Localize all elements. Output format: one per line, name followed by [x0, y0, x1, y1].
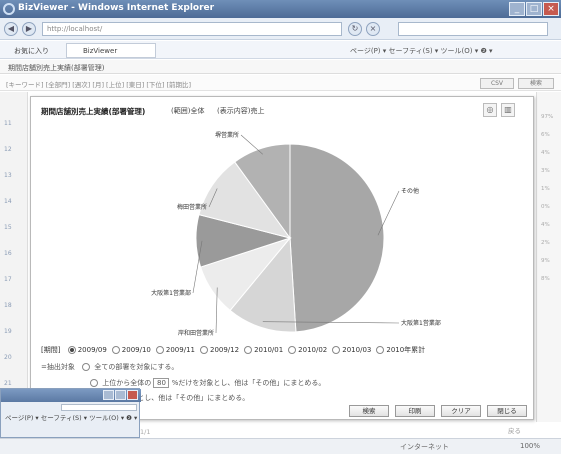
command-bar[interactable]: ページ(P) ▾ セーフティ(S) ▾ ツール(O) ▾ ❷ ▾: [350, 46, 493, 56]
option-all-label: 全ての部署を対象にする。: [94, 363, 179, 371]
ie-logo-icon: [3, 3, 15, 15]
search-button[interactable]: 検索: [349, 405, 389, 417]
minimize-button[interactable]: _: [509, 2, 525, 16]
second-search-input[interactable]: [61, 404, 137, 411]
background-row-list: 111213141516171819202122: [0, 92, 28, 422]
background-row-number[interactable]: 21: [4, 380, 12, 387]
period-radio[interactable]: [332, 346, 341, 354]
period-radio[interactable]: [155, 346, 164, 354]
favorites-bar: お気に入り BizViewer ページ(P) ▾ セーフティ(S) ▾ ツール(…: [0, 41, 561, 59]
background-value-list: 97% 6% 4% 3% 1% 0% 4% 2% 9% 8%: [536, 92, 561, 422]
address-input[interactable]: http://localhost/: [42, 22, 342, 36]
window-titlebar: BizViewer - Windows Internet Explorer: [0, 0, 561, 18]
period-option-label: 2009/10: [121, 346, 151, 354]
period-option-label: 2010/02: [298, 346, 328, 354]
period-option-label: 2010/01: [254, 346, 284, 354]
pie-slice-label: その他: [401, 187, 419, 195]
background-value: 4%: [541, 150, 550, 156]
search-button-top[interactable]: 検索: [518, 78, 554, 89]
background-value: 97%: [541, 114, 554, 120]
maximize-button[interactable]: □: [526, 2, 542, 16]
background-row-number[interactable]: 11: [4, 120, 12, 127]
background-row-number[interactable]: 18: [4, 302, 12, 309]
second-command-bar[interactable]: ページ(P) ▾ セーフティ(S) ▾ ツール(O) ▾ ❷ ▾: [5, 412, 137, 422]
forward-icon[interactable]: ▶: [22, 22, 36, 36]
pie-slice: [289, 143, 385, 333]
filter-bar[interactable]: [キーワード] [全部門] [週次] [月] [上位] [東日] [下位] [前…: [0, 75, 561, 91]
background-value: 3%: [541, 168, 550, 174]
option-top-prefix: 上位から全体の: [102, 379, 152, 387]
background-row-number[interactable]: 20: [4, 354, 12, 361]
background-value: 6%: [541, 132, 550, 138]
background-value: 9%: [541, 258, 550, 264]
background-row-number[interactable]: 12: [4, 146, 12, 153]
tab-bizviewer[interactable]: BizViewer: [66, 43, 156, 58]
background-row-number[interactable]: 15: [4, 224, 12, 231]
background-value: 2%: [541, 240, 550, 246]
page-number: 1/1: [140, 428, 151, 436]
search-input[interactable]: [398, 22, 548, 36]
period-radio[interactable]: [376, 346, 385, 354]
second-close-button[interactable]: [127, 390, 138, 400]
option-top-suffix: %だけを対象とし、他は「その他」にまとめる。: [171, 379, 326, 387]
app-header: 期間店舗別売上実績(部署管理): [0, 60, 561, 74]
pie-slice-label: 堺営業所: [215, 131, 239, 139]
background-row-number[interactable]: 16: [4, 250, 12, 257]
pie-slice-label: 梅田営業所: [177, 203, 207, 211]
period-radio[interactable]: [67, 346, 76, 354]
background-value: 8%: [541, 276, 550, 282]
option-top-row: 上位から全体の 80 %だけを対象とし、他は「その他」にまとめる。: [85, 378, 325, 388]
period-label: [期間]: [41, 346, 61, 354]
period-radio[interactable]: [199, 346, 208, 354]
stop-icon[interactable]: ×: [366, 22, 380, 36]
period-option-label: 2010/03: [342, 346, 372, 354]
option-top-value[interactable]: 80: [153, 378, 170, 388]
second-maximize-button[interactable]: [115, 390, 126, 400]
background-value: 0%: [541, 204, 550, 210]
period-selector: [期間] 2009/09 2009/10 2009/11 2009/12 2010/01…: [41, 345, 425, 355]
option-all-prefix: =抽出対象: [41, 363, 75, 371]
period-radio[interactable]: [111, 346, 120, 354]
csv-button[interactable]: CSV: [480, 78, 514, 89]
second-window: ページ(P) ▾ セーフティ(S) ▾ ツール(O) ▾ ❷ ▾: [0, 388, 141, 438]
background-row-number[interactable]: 19: [4, 328, 12, 335]
background-value: 1%: [541, 186, 550, 192]
window-title: BizViewer - Windows Internet Explorer: [18, 3, 215, 13]
print-button[interactable]: 印刷: [395, 405, 435, 417]
background-row-number[interactable]: 14: [4, 198, 12, 205]
second-minimize-button[interactable]: [103, 390, 114, 400]
chart-dialog: 期間店舗別売上実績(部署管理) (範囲)全体 (表示内容)売上 ◎ ▥ その他大…: [30, 96, 534, 420]
background-value: 4%: [541, 222, 550, 228]
background-row-number[interactable]: 17: [4, 276, 12, 283]
return-button[interactable]: 戻る: [508, 425, 521, 435]
period-option-label: 2009/12: [209, 346, 240, 354]
zoom-level[interactable]: 100%: [520, 442, 540, 450]
refresh-icon[interactable]: ↻: [348, 22, 362, 36]
option-all-radio[interactable]: [82, 363, 91, 371]
pie-slice-label: 大阪第1営業部: [401, 319, 441, 327]
option-top-radio[interactable]: [90, 379, 98, 387]
option-all-row: =抽出対象 全ての部署を対象にする。: [41, 362, 178, 372]
pie-leader-line: [240, 134, 264, 155]
pie-chart: その他大阪第1営業部岸和田営業所 大阪第1営業部 梅田営業所 堺営業所: [151, 131, 441, 337]
period-radio[interactable]: [288, 346, 297, 354]
period-option-label: 2009/11: [165, 346, 195, 354]
background-row-number[interactable]: 13: [4, 172, 12, 179]
favorites-label[interactable]: お気に入り: [14, 46, 49, 56]
back-icon[interactable]: ◀: [4, 22, 18, 36]
navigation-bar: ◀ ▶ http://localhost/ ↻ ×: [0, 18, 561, 40]
pie-slice-label: 大阪第1営業部: [151, 289, 191, 297]
pie-slice-label: 岸和田営業所: [178, 329, 214, 337]
internet-zone: インターネット: [400, 443, 449, 451]
period-option-label: 2010年累計: [386, 346, 426, 354]
close-dialog-button[interactable]: 閉じる: [487, 405, 527, 417]
period-radio[interactable]: [244, 346, 253, 354]
close-button[interactable]: ×: [543, 2, 559, 16]
period-option-label: 2009/09: [77, 346, 107, 354]
clear-button[interactable]: クリア: [441, 405, 481, 417]
status-bar: インターネット 100%: [0, 438, 561, 454]
